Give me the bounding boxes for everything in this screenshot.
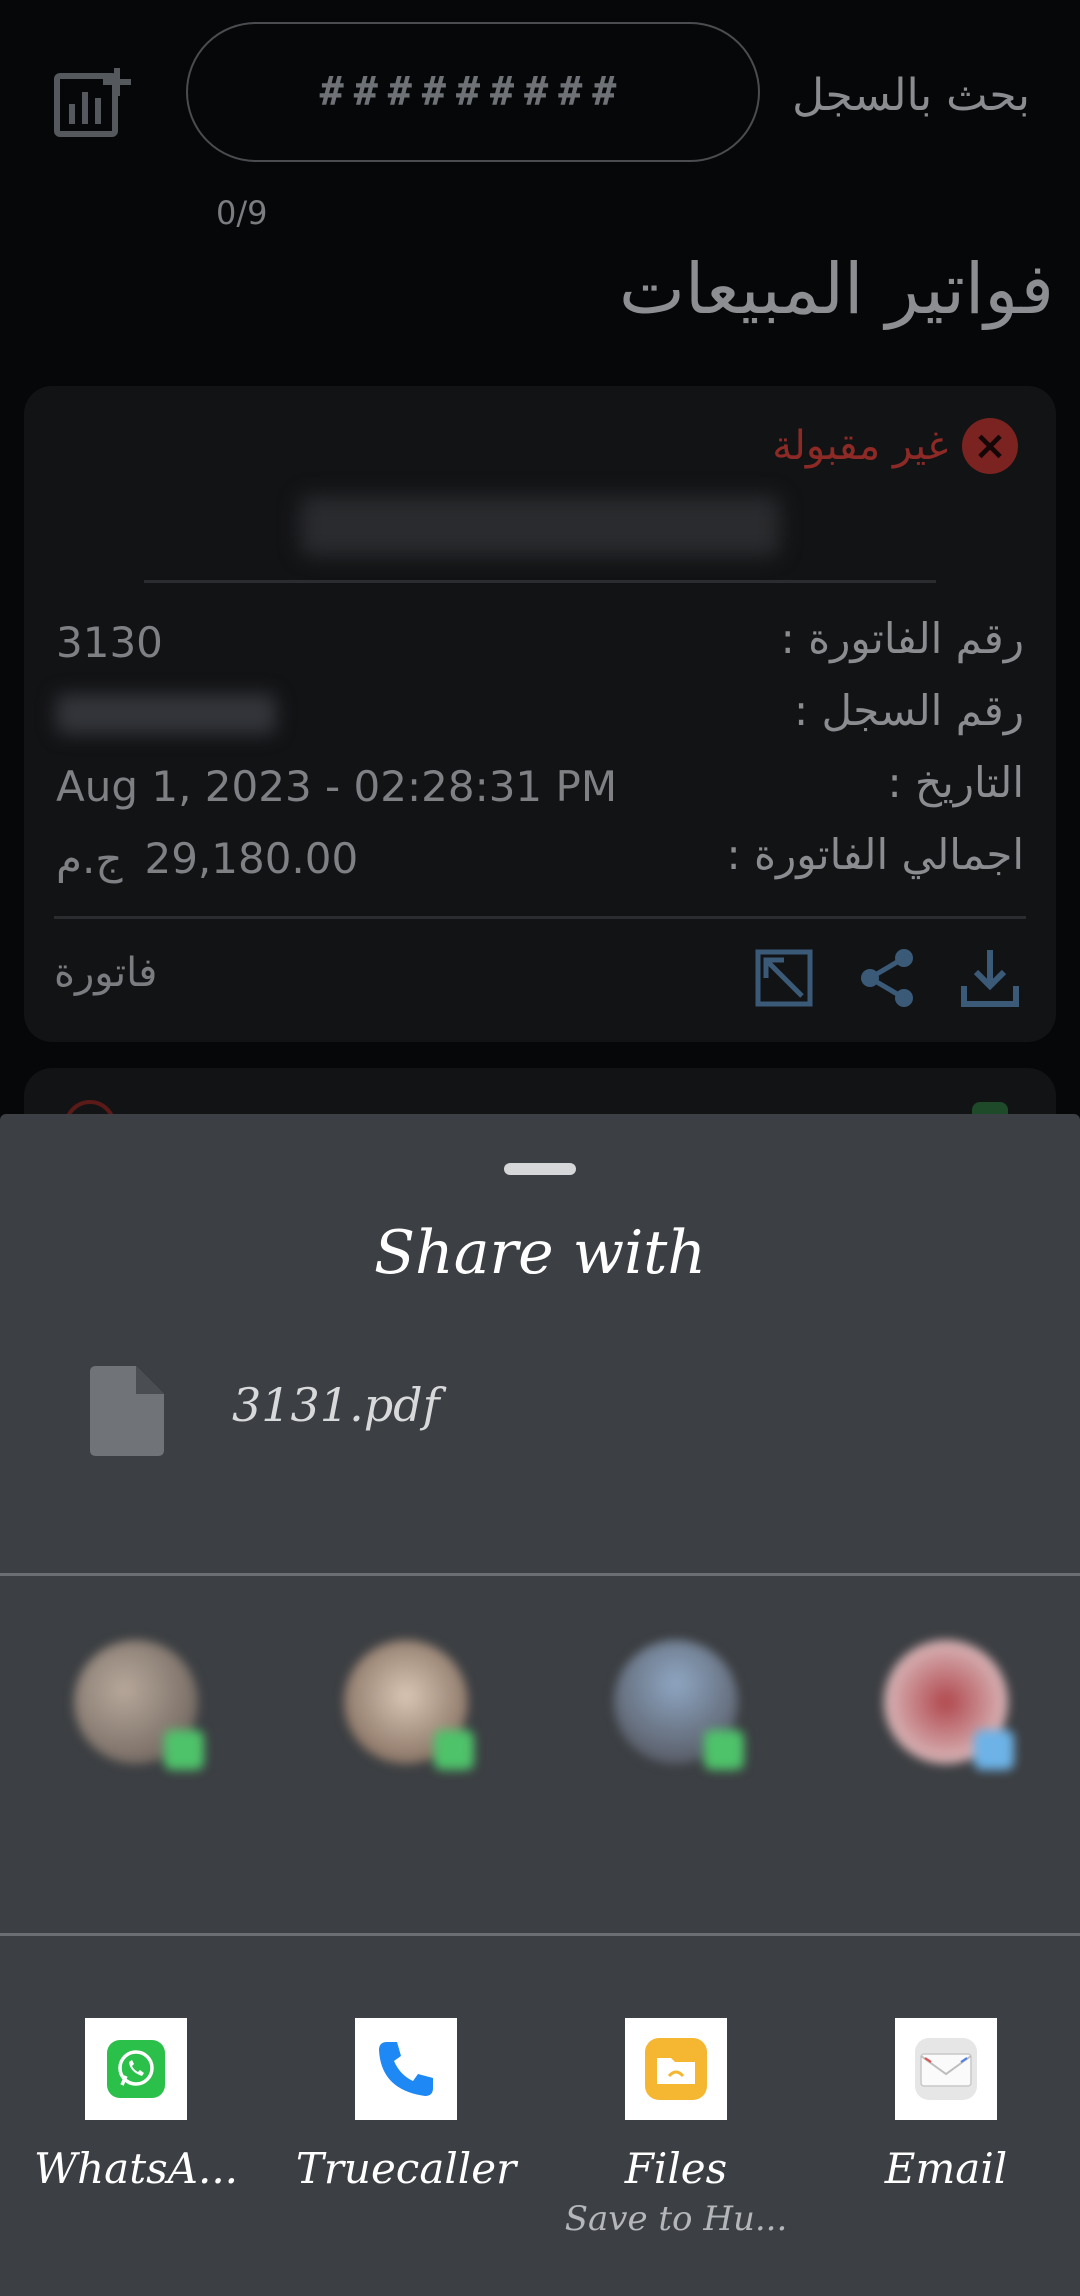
status-text: غير مقبولة — [772, 423, 948, 469]
record-number-label: رقم السجل : — [793, 686, 1024, 735]
search-input[interactable]: ######### — [186, 22, 760, 162]
app-label: WhatsA... — [33, 2144, 239, 2193]
share-icon[interactable] — [856, 946, 920, 1010]
messenger-badge-icon — [974, 1730, 1014, 1770]
app-sublabel: Save to Hu... — [564, 2199, 788, 2239]
sheet-drag-handle[interactable] — [504, 1163, 576, 1175]
files-icon — [625, 2018, 727, 2120]
card-divider — [144, 580, 936, 583]
contact-name-redacted — [296, 1784, 516, 1880]
currency-label: ج.م — [56, 834, 123, 883]
total-value: 29,180.00 — [144, 834, 359, 883]
page-title: فواتير المبيعات — [618, 248, 1054, 330]
share-target-email[interactable]: Email — [826, 2018, 1066, 2193]
sheet-divider-bottom — [0, 1933, 1080, 1936]
record-number-redacted — [56, 694, 276, 734]
total-amount: ج.م 29,180.00 — [56, 834, 358, 883]
open-external-icon[interactable] — [752, 946, 816, 1010]
direct-share-contact[interactable] — [26, 1640, 246, 1880]
card-divider-bottom — [54, 916, 1026, 919]
invoice-number-label: رقم الفاتورة : — [780, 614, 1024, 663]
contact-name-redacted — [836, 1784, 1056, 1832]
share-target-whatsapp[interactable]: WhatsA... — [16, 2018, 256, 2193]
status-badge: × غير مقبولة — [772, 418, 1018, 474]
avatar — [884, 1640, 1014, 1770]
add-chart-icon[interactable] — [54, 66, 134, 138]
contact-name-redacted — [26, 1784, 246, 1880]
document-type-label: فاتورة — [54, 950, 158, 996]
contact-name-redacted — [566, 1784, 786, 1832]
whatsapp-badge-icon — [434, 1730, 474, 1770]
whatsapp-badge-icon — [704, 1730, 744, 1770]
date-label: التاريخ : — [887, 758, 1024, 807]
whatsapp-icon — [85, 2018, 187, 2120]
app-label: Truecaller — [295, 2144, 517, 2193]
email-icon — [895, 2018, 997, 2120]
avatar — [344, 1640, 474, 1770]
download-icon[interactable] — [958, 946, 1022, 1010]
file-icon — [90, 1366, 164, 1456]
sheet-divider-top — [0, 1573, 1080, 1576]
app-label: Email — [884, 2144, 1008, 2193]
background-screen: ######### بحث بالسجل 0/9 فواتير المبيعات… — [0, 0, 1080, 1188]
whatsapp-badge-icon — [164, 1730, 204, 1770]
phone-icon — [355, 2018, 457, 2120]
share-sheet-title: Share with — [373, 1218, 707, 1288]
share-target-files[interactable]: Files Save to Hu... — [556, 2018, 796, 2239]
total-label: اجمالي الفاتورة : — [726, 830, 1024, 879]
direct-share-contact[interactable] — [836, 1640, 1056, 1832]
avatar — [614, 1640, 744, 1770]
avatar — [74, 1640, 204, 1770]
search-label: بحث بالسجل — [792, 70, 1030, 121]
direct-share-contact[interactable] — [566, 1640, 786, 1832]
search-counter: 0/9 — [216, 194, 268, 232]
direct-share-contact[interactable] — [296, 1640, 516, 1880]
file-name: 3131.pdf — [232, 1378, 440, 1432]
close-circle-icon: × — [962, 418, 1018, 474]
app-label: Files — [624, 2144, 728, 2193]
customer-name-redacted — [300, 496, 780, 556]
date-value: Aug 1, 2023 - 02:28:31 PM — [56, 762, 618, 811]
share-target-truecaller[interactable]: Truecaller — [286, 2018, 526, 2193]
invoice-number-value: 3130 — [56, 618, 163, 667]
